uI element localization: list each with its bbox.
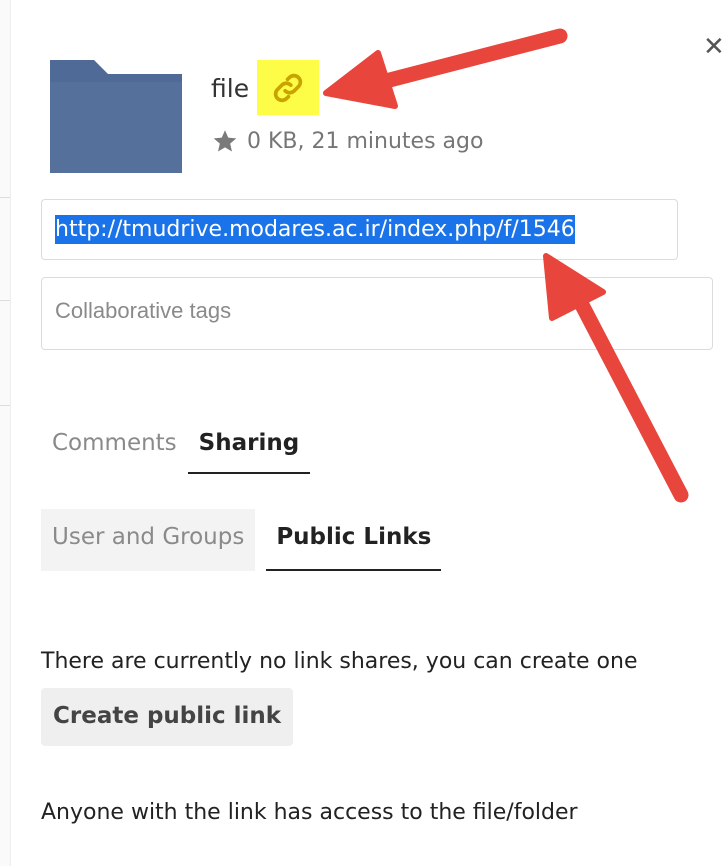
access-note: Anyone with the link has access to the f… <box>41 800 578 825</box>
file-name: file <box>211 74 250 103</box>
file-meta-text: 0 KB, 21 minutes ago <box>247 129 484 154</box>
left-divider <box>0 300 10 301</box>
direct-link-url[interactable]: http://tmudrive.modares.ac.ir/index.php/… <box>55 215 575 244</box>
tab-user-and-groups[interactable]: User and Groups <box>41 509 256 571</box>
direct-link-field[interactable]: http://tmudrive.modares.ac.ir/index.php/… <box>41 199 678 260</box>
link-icon[interactable] <box>257 60 319 115</box>
left-divider <box>0 405 10 406</box>
star-icon[interactable] <box>211 128 239 155</box>
detail-tabs: Comments Sharing <box>41 430 311 474</box>
folder-icon <box>50 60 182 173</box>
tab-public-links[interactable]: Public Links <box>266 509 442 571</box>
close-icon[interactable]: ✕ <box>703 34 723 60</box>
tab-comments[interactable]: Comments <box>41 430 188 474</box>
file-meta: 0 KB, 21 minutes ago <box>211 128 483 155</box>
collaborative-tags-input[interactable]: Collaborative tags <box>41 277 713 350</box>
no-link-shares-message: There are currently no link shares, you … <box>41 649 638 674</box>
tab-sharing[interactable]: Sharing <box>187 430 311 474</box>
left-pane-edge <box>0 0 11 866</box>
annotation-arrow-to-link-icon <box>323 28 568 109</box>
tags-placeholder: Collaborative tags <box>55 298 232 323</box>
sharing-subtabs: User and Groups Public Links <box>41 509 442 571</box>
left-divider <box>0 197 10 198</box>
create-public-link-button[interactable]: Create public link <box>41 688 294 746</box>
